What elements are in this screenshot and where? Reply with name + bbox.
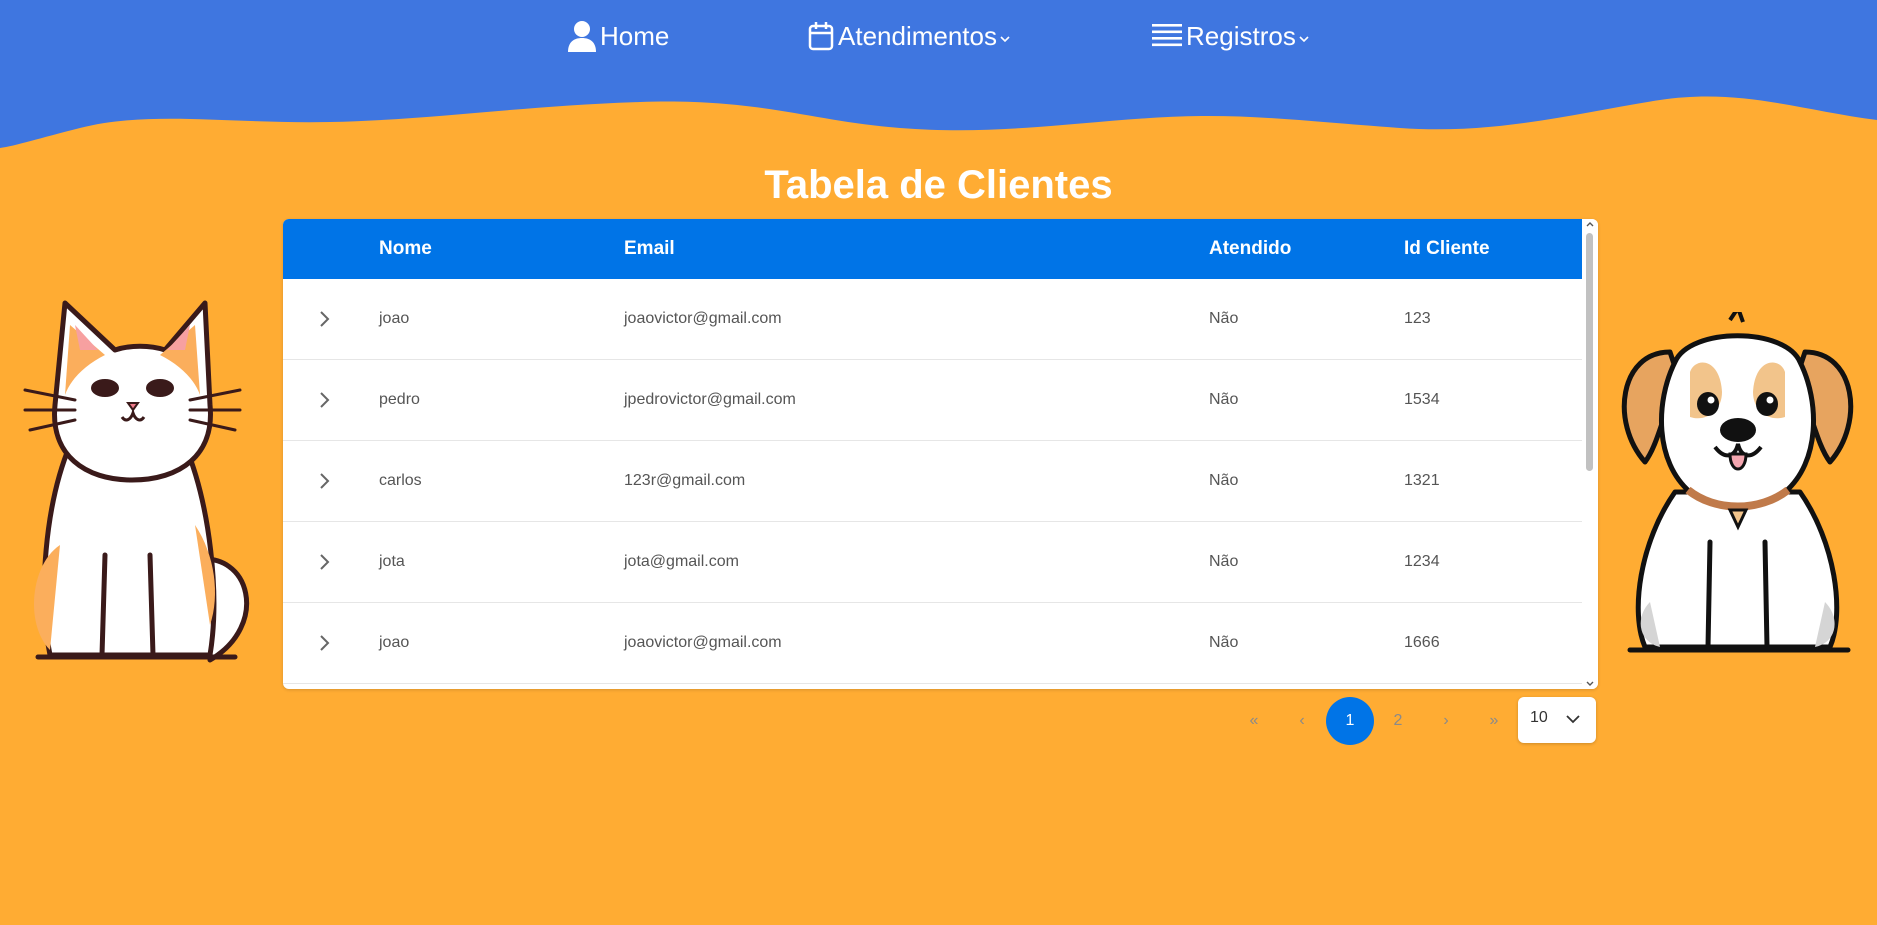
nav-registros[interactable]: Registros — [1152, 14, 1309, 58]
scroll-up-icon[interactable] — [1586, 221, 1594, 227]
chevron-right-icon[interactable] — [312, 306, 338, 332]
table-row: carlos 123r@gmail.com Não 1321 — [283, 441, 1582, 522]
cell-email: 123r@gmail.com — [624, 472, 746, 489]
table-row: joao joaovictor@gmail.com Não 123 — [283, 279, 1582, 360]
cell-atendido: Não — [1209, 310, 1239, 327]
page-title: Tabela de Clientes — [764, 163, 1113, 207]
dog-illustration — [1621, 312, 1854, 653]
top-navbar: Home Atendimentos Registros — [0, 0, 1877, 150]
table-row: pedro jpedrovictor@gmail.com Não 1534 — [283, 360, 1582, 441]
cell-email: joaovictor@gmail.com — [624, 634, 782, 651]
cell-nome: pedro — [379, 391, 420, 408]
table-row: joao joaovictor@gmail.com Não 1666 — [283, 603, 1582, 684]
user-icon — [568, 21, 596, 52]
scroll-down-icon[interactable] — [1586, 681, 1594, 687]
cell-email: jota@gmail.com — [624, 553, 739, 570]
column-header-email[interactable]: Email — [624, 219, 675, 279]
cell-id-cliente: 1234 — [1404, 553, 1440, 570]
scrollbar-thumb[interactable] — [1586, 233, 1593, 471]
chevron-right-icon[interactable] — [312, 387, 338, 413]
chevron-right-icon[interactable] — [312, 549, 338, 575]
column-header-nome[interactable]: Nome — [379, 219, 432, 279]
cell-id-cliente: 1534 — [1404, 391, 1440, 408]
cell-nome: carlos — [379, 472, 422, 489]
chevron-right-icon[interactable] — [312, 630, 338, 656]
clients-table: Nome Email Atendido Id Cliente joao joao… — [283, 219, 1598, 689]
cell-email: jpedrovictor@gmail.com — [624, 391, 796, 408]
column-header-id-cliente[interactable]: Id Cliente — [1404, 219, 1490, 279]
page-button-2[interactable]: 2 — [1374, 697, 1422, 745]
nav-atendimentos-label: Atendimentos — [838, 20, 997, 51]
page-button-1[interactable]: 1 — [1326, 697, 1374, 745]
nav-home-label: Home — [600, 20, 670, 51]
nav-registros-label: Registros — [1186, 20, 1296, 51]
list-icon — [1152, 24, 1182, 47]
cat-illustration — [23, 300, 249, 663]
page-size-select[interactable]: 10 — [1518, 697, 1596, 743]
chevron-right-icon[interactable] — [312, 468, 338, 494]
table-header: Nome Email Atendido Id Cliente — [283, 219, 1582, 279]
table-body: joao joaovictor@gmail.com Não 123 pedro … — [283, 279, 1582, 689]
cell-id-cliente: 123 — [1404, 310, 1431, 327]
table-row: jota jota@gmail.com Não 1234 — [283, 522, 1582, 603]
table-scrollbar[interactable] — [1582, 219, 1598, 689]
chevron-down-icon — [1000, 36, 1010, 43]
cell-id-cliente: 1321 — [1404, 472, 1440, 489]
cell-nome: joao — [379, 310, 410, 327]
cell-nome: joao — [379, 634, 410, 651]
page-size-value: 10 — [1530, 709, 1548, 726]
cell-atendido: Não — [1209, 553, 1239, 570]
chevron-down-icon — [1566, 715, 1580, 724]
calendar-icon — [808, 22, 834, 51]
nav-atendimentos[interactable]: Atendimentos — [808, 14, 1010, 58]
next-page-button[interactable]: › — [1422, 697, 1470, 745]
cell-id-cliente: 1666 — [1404, 634, 1440, 651]
cell-atendido: Não — [1209, 634, 1239, 651]
first-page-button[interactable]: « — [1230, 697, 1278, 745]
cell-email: joaovictor@gmail.com — [624, 310, 782, 327]
chevron-down-icon — [1299, 36, 1309, 43]
last-page-button[interactable]: » — [1470, 697, 1518, 745]
cell-atendido: Não — [1209, 472, 1239, 489]
cell-atendido: Não — [1209, 391, 1239, 408]
previous-page-button[interactable]: ‹ — [1278, 697, 1326, 745]
column-header-atendido[interactable]: Atendido — [1209, 219, 1291, 279]
nav-home[interactable]: Home — [568, 14, 669, 58]
cell-nome: jota — [379, 553, 405, 570]
